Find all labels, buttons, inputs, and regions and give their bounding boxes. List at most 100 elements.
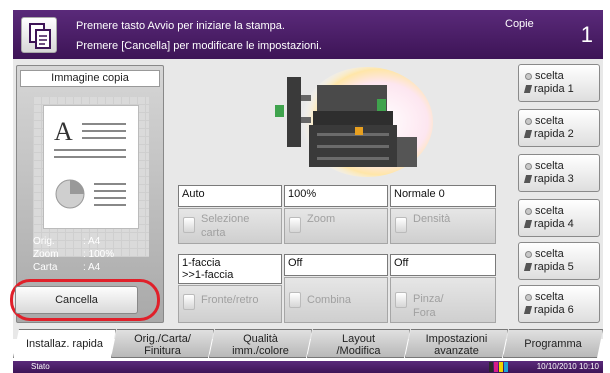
quick-setup-4-button[interactable]: scelta rapida 4 [518,199,600,237]
tab-bar: Installaz. rapida Orig./Carta/ Finitura … [13,329,603,359]
staple-punch-icon [395,292,407,308]
svg-text:A: A [54,117,73,146]
tab-advanced-settings[interactable]: Impostazioni avanzate [405,329,508,358]
zoom-icon [289,217,301,233]
tab-label-line1: Layout [341,333,376,345]
header-message-line2: Premere [Cancella] per modificare le imp… [76,40,322,52]
paper-selection-label: Selezione carta [201,213,250,239]
quick-6-line1: scelta [535,291,564,303]
paper-selection-button[interactable]: Selezione carta [178,208,282,244]
status-button[interactable]: Stato [31,361,50,373]
quick-5-line2: rapida 5 [534,261,574,273]
tab-image-quality[interactable]: Qualità imm./colore [209,329,312,358]
radio-icon [525,208,532,215]
pin-icon [523,220,533,228]
quick-6-line2: rapida 6 [534,304,574,316]
pin-icon [523,130,533,138]
duplex-value: 1-faccia >>1-faccia [178,254,282,284]
quick-setup-5-button[interactable]: scelta rapida 5 [518,242,600,280]
quick-2-line1: scelta [535,115,564,127]
combine-icon [289,292,301,308]
quick-setup-6-button[interactable]: scelta rapida 6 [518,285,600,323]
info-original-label: Orig. [33,236,55,247]
info-original: Orig. : A4 [33,236,100,247]
quick-5-line1: scelta [535,248,564,260]
tab-label-line1: Impostazioni [425,333,488,345]
density-button[interactable]: Densità [390,208,496,244]
quick-2-line2: rapida 2 [534,128,574,140]
tab-quick-setup[interactable]: Installaz. rapida [13,329,116,358]
combine-label: Combina [307,294,352,306]
staple-value: Off [390,254,496,276]
tab-label-line2: Finitura [144,345,181,357]
duplex-value-line2: >>1-faccia [182,269,234,281]
quick-1-line1: scelta [535,70,564,82]
tab-label-line2: /Modifica [336,345,381,357]
info-paper: Carta : A4 [33,262,100,273]
quick-4-line1: scelta [535,205,564,217]
tab-layout-edit[interactable]: Layout /Modifica [307,329,410,358]
radio-icon [525,251,532,258]
machine-illustration [257,67,433,180]
pin-icon [523,263,533,271]
preview-page-area: A [33,97,149,257]
tab-quick-setup-label: Installaz. rapida [25,338,104,350]
quick-1-line2: rapida 1 [534,83,574,95]
radio-icon [525,118,532,125]
paper-value: Auto [178,185,282,207]
staple-label-line2: Fora [413,307,436,319]
info-paper-label: Carta [33,262,58,273]
duplex-button[interactable]: Fronte/retro [178,285,282,323]
tab-label-line1: Qualità [243,333,278,345]
quick-3-line2: rapida 3 [534,173,574,185]
copy-icon [21,17,57,53]
combine-button[interactable]: Combina [284,277,388,323]
toner-level-icon [489,362,511,372]
duplex-value-line1: 1-faccia [182,257,221,269]
quick-setup-2-button[interactable]: scelta rapida 2 [518,109,600,147]
staple-label-line1: Pinza/ [413,293,444,305]
quick-setup-3-button[interactable]: scelta rapida 3 [518,154,600,192]
info-zoom-value: : 100% [83,249,115,260]
tab-original-paper-finishing[interactable]: Orig./Carta/ Finitura [111,329,214,358]
quick-3-line1: scelta [535,160,564,172]
tab-program[interactable]: Programma [503,329,603,358]
preview-title: Immagine copia [20,70,160,87]
cancel-button[interactable]: Cancella [15,286,138,314]
paper-selection-icon [183,217,195,233]
duplex-icon [183,294,195,310]
document-preview-icon: A [43,105,139,229]
pin-icon [523,85,533,93]
info-zoom-label: Zoom [33,249,59,260]
header-bar: Premere tasto Avvio per iniziare la stam… [13,10,603,59]
density-label: Densità [413,213,451,225]
info-paper-value: : A4 [83,262,101,273]
zoom-label: Zoom [307,213,336,225]
combine-value: Off [284,254,388,276]
radio-icon [525,73,532,80]
zoom-value: 100% [284,185,388,207]
zoom-button[interactable]: Zoom [284,208,388,244]
header-message-line1: Premere tasto Avvio per iniziare la stam… [76,20,285,32]
tab-label-line1: Orig./Carta/ [134,333,191,345]
tab-label-line2: avanzate [434,345,479,357]
tab-label-line2: imm./colore [232,345,289,357]
density-value: Normale 0 [390,185,496,207]
radio-icon [525,294,532,301]
copies-count: 1 [580,22,593,47]
pin-icon [523,175,533,183]
status-bar: Stato 10/10/2010 10:10 [13,361,603,373]
quick-4-line2: rapida 4 [534,218,574,230]
staple-punch-button[interactable]: Pinza/ Fora [390,277,496,323]
duplex-label: Fronte/retro [201,294,259,306]
pin-icon [523,306,533,314]
tab-program-label: Programma [524,338,582,350]
quick-setup-1-button[interactable]: scelta rapida 1 [518,64,600,102]
radio-icon [525,163,532,170]
density-icon [395,217,407,233]
date-time: 10/10/2010 10:10 [536,362,599,371]
info-zoom: Zoom : 100% [33,249,114,260]
copies-label: Copie [505,18,534,30]
info-original-value: : A4 [83,236,101,247]
staple-punch-label: Pinza/ Fora [413,292,444,320]
